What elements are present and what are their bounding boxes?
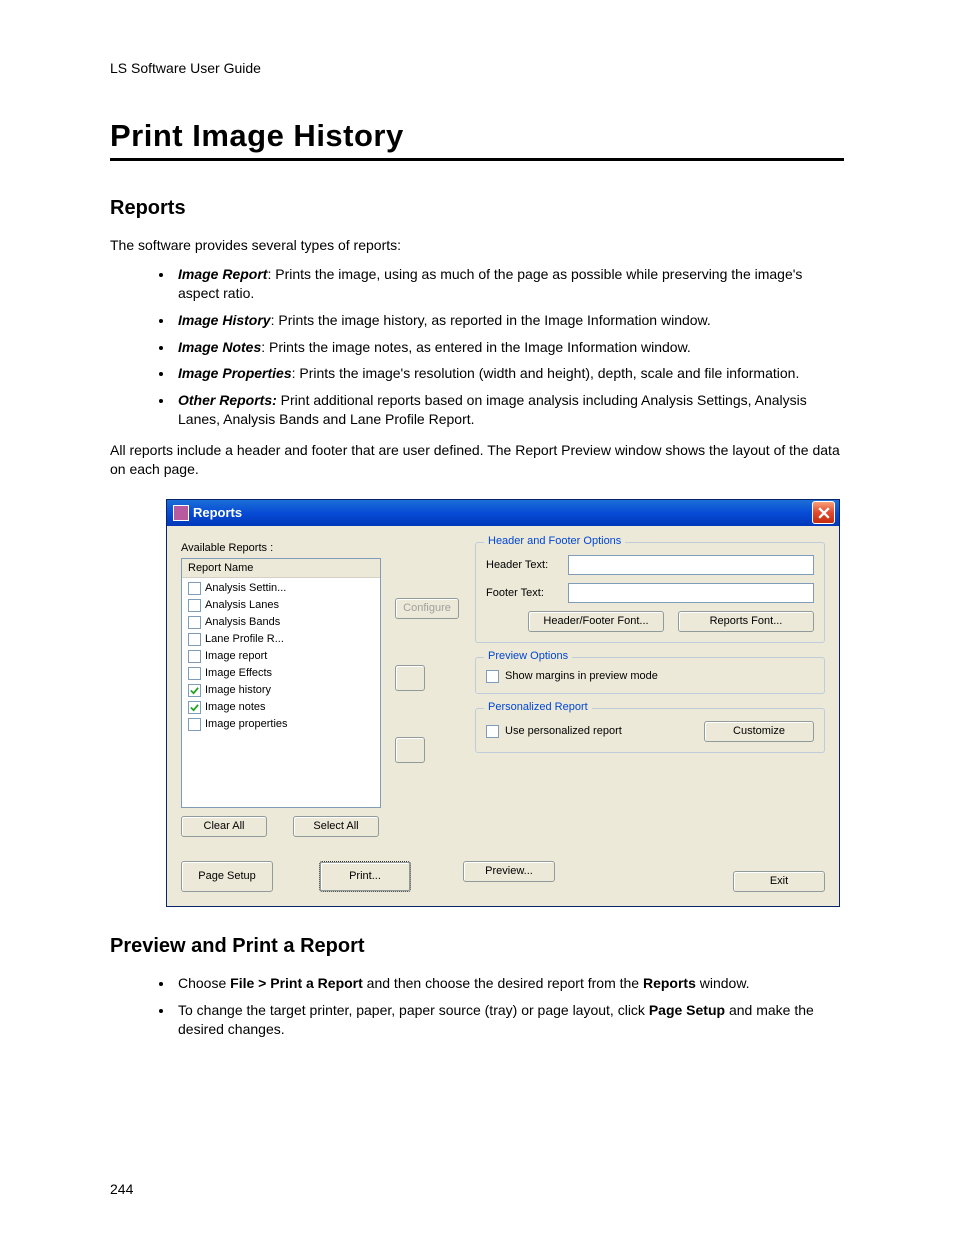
list-item: Image Notes: Prints the image notes, as … [174, 338, 844, 357]
use-personalized-checkbox[interactable] [486, 725, 499, 738]
section-preview-heading: Preview and Print a Report [110, 935, 844, 958]
list-item[interactable]: Analysis Lanes [182, 597, 380, 614]
title-rule [110, 158, 844, 161]
list-item[interactable]: Image history [182, 682, 380, 699]
exit-button[interactable]: Exit [733, 871, 825, 892]
checkbox-icon[interactable] [188, 684, 201, 697]
list-item[interactable]: Analysis Bands [182, 614, 380, 631]
footer-paragraph: All reports include a header and footer … [110, 441, 844, 479]
header-footer-group: Header and Footer Options Header Text: F… [475, 542, 825, 643]
list-item: To change the target printer, paper, pap… [174, 1001, 844, 1039]
list-item[interactable]: Lane Profile R... [182, 631, 380, 648]
close-button[interactable] [812, 501, 835, 524]
list-item[interactable]: Image notes [182, 699, 380, 716]
move-up-button[interactable] [395, 665, 425, 691]
reports-font-button[interactable]: Reports Font... [678, 611, 814, 632]
reports-dialog: Reports Available Reports : Report Name … [166, 499, 840, 907]
footer-text-input[interactable] [568, 583, 814, 603]
header-text-input[interactable] [568, 555, 814, 575]
checkbox-icon[interactable] [188, 667, 201, 680]
report-types-list: Image Report: Prints the image, using as… [110, 265, 844, 429]
available-reports-label: Available Reports : [181, 542, 381, 554]
checkbox-icon[interactable] [188, 582, 201, 595]
checkbox-icon[interactable] [188, 633, 201, 646]
list-item[interactable]: Image properties [182, 716, 380, 733]
list-item[interactable]: Image Effects [182, 665, 380, 682]
list-item[interactable]: Image report [182, 648, 380, 665]
list-item: Image History: Prints the image history,… [174, 311, 844, 330]
select-all-button[interactable]: Select All [293, 816, 379, 837]
footer-text-label: Footer Text: [486, 587, 560, 599]
print-button[interactable]: Print... [319, 861, 411, 892]
preview-button[interactable]: Preview... [463, 861, 555, 882]
list-item: Other Reports: Print additional reports … [174, 391, 844, 429]
configure-button: Configure [395, 598, 459, 619]
group-title: Preview Options [484, 650, 572, 662]
checkbox-icon[interactable] [188, 599, 201, 612]
checkbox-icon[interactable] [188, 718, 201, 731]
list-item: Choose File > Print a Report and then ch… [174, 974, 844, 993]
page-number: 244 [110, 1181, 133, 1197]
checkbox-icon[interactable] [188, 616, 201, 629]
group-title: Personalized Report [484, 701, 592, 713]
section-reports-heading: Reports [110, 197, 844, 220]
preview-options-group: Preview Options Show margins in preview … [475, 657, 825, 694]
show-margins-checkbox[interactable] [486, 670, 499, 683]
show-margins-label: Show margins in preview mode [505, 670, 658, 682]
dialog-title: Reports [193, 505, 242, 520]
doc-header: LS Software User Guide [110, 60, 844, 76]
use-personalized-label: Use personalized report [505, 725, 622, 737]
personalized-report-group: Personalized Report Use personalized rep… [475, 708, 825, 753]
preview-steps-list: Choose File > Print a Report and then ch… [110, 974, 844, 1039]
header-text-label: Header Text: [486, 559, 560, 571]
checkbox-icon[interactable] [188, 701, 201, 714]
list-item[interactable]: Analysis Settin... [182, 580, 380, 597]
intro-paragraph: The software provides several types of r… [110, 236, 844, 255]
customize-button[interactable]: Customize [704, 721, 814, 742]
header-footer-font-button[interactable]: Header/Footer Font... [528, 611, 664, 632]
move-down-button[interactable] [395, 737, 425, 763]
group-title: Header and Footer Options [484, 535, 625, 547]
list-column-header: Report Name [182, 559, 380, 578]
page-setup-button[interactable]: Page Setup [181, 861, 273, 892]
list-item: Image Report: Prints the image, using as… [174, 265, 844, 303]
checkbox-icon[interactable] [188, 650, 201, 663]
list-item: Image Properties: Prints the image's res… [174, 364, 844, 383]
page-title: Print Image History [110, 118, 844, 154]
reports-listbox[interactable]: Report Name Analysis Settin... Analysis … [181, 558, 381, 808]
titlebar: Reports [167, 500, 839, 526]
close-icon [818, 507, 830, 519]
clear-all-button[interactable]: Clear All [181, 816, 267, 837]
app-icon [173, 505, 189, 521]
